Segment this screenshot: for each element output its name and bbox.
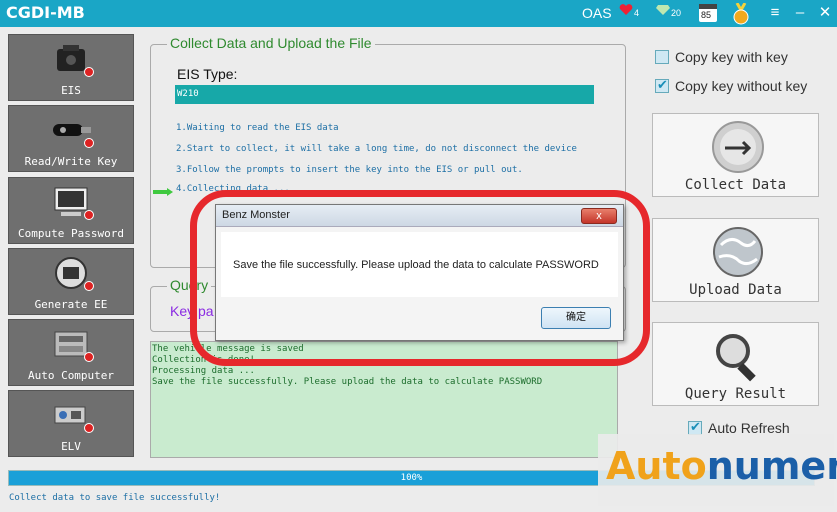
hearts-count: 4 <box>634 8 640 18</box>
usb-icon <box>711 120 765 174</box>
copy-with-key-checkbox[interactable] <box>655 50 669 64</box>
car-key-icon <box>51 112 94 148</box>
query-result-button[interactable]: Query Result <box>652 322 819 406</box>
sidebar-item-generate-ee[interactable]: Generate EE <box>8 248 134 315</box>
gem-icon <box>656 4 670 19</box>
sidebar-item-label: Generate EE <box>34 298 108 311</box>
sidebar-item-eis[interactable]: EIS <box>8 34 134 101</box>
title-bar: CGDI-MB OAS 4 20 85 ≡ – ✕ <box>0 0 837 27</box>
steering-lock-icon <box>51 397 94 433</box>
upload-data-label: Upload Data <box>689 282 782 298</box>
minimize-icon[interactable]: – <box>789 2 811 24</box>
status-text: Collect data to save file successfully! <box>9 493 221 503</box>
calendar-day: 85 <box>701 10 712 20</box>
calendar-icon[interactable]: 85 <box>699 4 717 22</box>
copy-without-key-checkbox[interactable] <box>655 77 669 93</box>
sidebar-item-auto-computer[interactable]: Auto Computer <box>8 319 134 386</box>
medal-icon[interactable] <box>732 2 750 28</box>
upload-data-button[interactable]: Upload Data <box>652 218 819 302</box>
sidebar-item-compute-password[interactable]: Compute Password <box>8 177 134 244</box>
oas-label[interactable]: OAS <box>582 5 612 21</box>
eis-module-icon <box>51 41 94 77</box>
eis-type-label: EIS Type: <box>177 66 238 82</box>
sidebar-item-elv[interactable]: ELV <box>8 390 134 457</box>
app-title: CGDI-MB <box>6 3 85 22</box>
sidebar-item-label: EIS <box>61 84 81 97</box>
computer-icon <box>51 184 94 220</box>
gems-count: 20 <box>671 8 682 18</box>
globe-icon <box>711 225 765 279</box>
sidebar-item-read-write-key[interactable]: Read/Write Key <box>8 105 134 172</box>
auto-refresh-checkbox[interactable] <box>688 419 702 435</box>
collect-data-button[interactable]: Collect Data <box>652 113 819 197</box>
sidebar-item-label: Read/Write Key <box>24 155 118 168</box>
sidebar-item-label: Auto Computer <box>27 369 115 382</box>
close-icon[interactable]: ✕ <box>814 2 836 24</box>
watermark: Autonumen <box>598 434 837 506</box>
step-2: 2.Start to collect, it will take a long … <box>176 144 577 154</box>
collect-data-label: Collect Data <box>684 177 787 193</box>
ecu-icon <box>51 326 94 362</box>
heart-icon <box>619 4 633 19</box>
copy-with-key-label: Copy key with key <box>675 49 788 65</box>
sidebar-item-label: Compute Password <box>18 227 124 240</box>
highlight-ring <box>190 190 650 366</box>
programmer-icon <box>51 255 94 291</box>
copy-with-key-option[interactable]: Copy key with key <box>655 49 788 65</box>
sidebar-item-label: ELV <box>61 440 81 453</box>
query-result-label: Query Result <box>684 386 787 402</box>
log-line: Save the file successfully. Please uploa… <box>152 377 543 387</box>
step-3: 3.Follow the prompts to insert the key i… <box>176 165 523 175</box>
eis-type-field[interactable]: W210 <box>175 85 594 104</box>
copy-without-key-option[interactable]: Copy key without key <box>655 77 808 94</box>
menu-icon[interactable]: ≡ <box>764 2 786 24</box>
copy-without-key-label: Copy key without key <box>675 78 808 94</box>
step-1: 1.Waiting to read the EIS data <box>176 123 339 133</box>
log-line: Processing data ... <box>152 366 255 376</box>
collect-data-title: Collect Data and Upload the File <box>167 35 375 51</box>
current-step-arrow-icon <box>153 183 173 201</box>
magnifier-icon <box>711 329 765 383</box>
watermark-logo: Autonumen <box>606 444 837 488</box>
